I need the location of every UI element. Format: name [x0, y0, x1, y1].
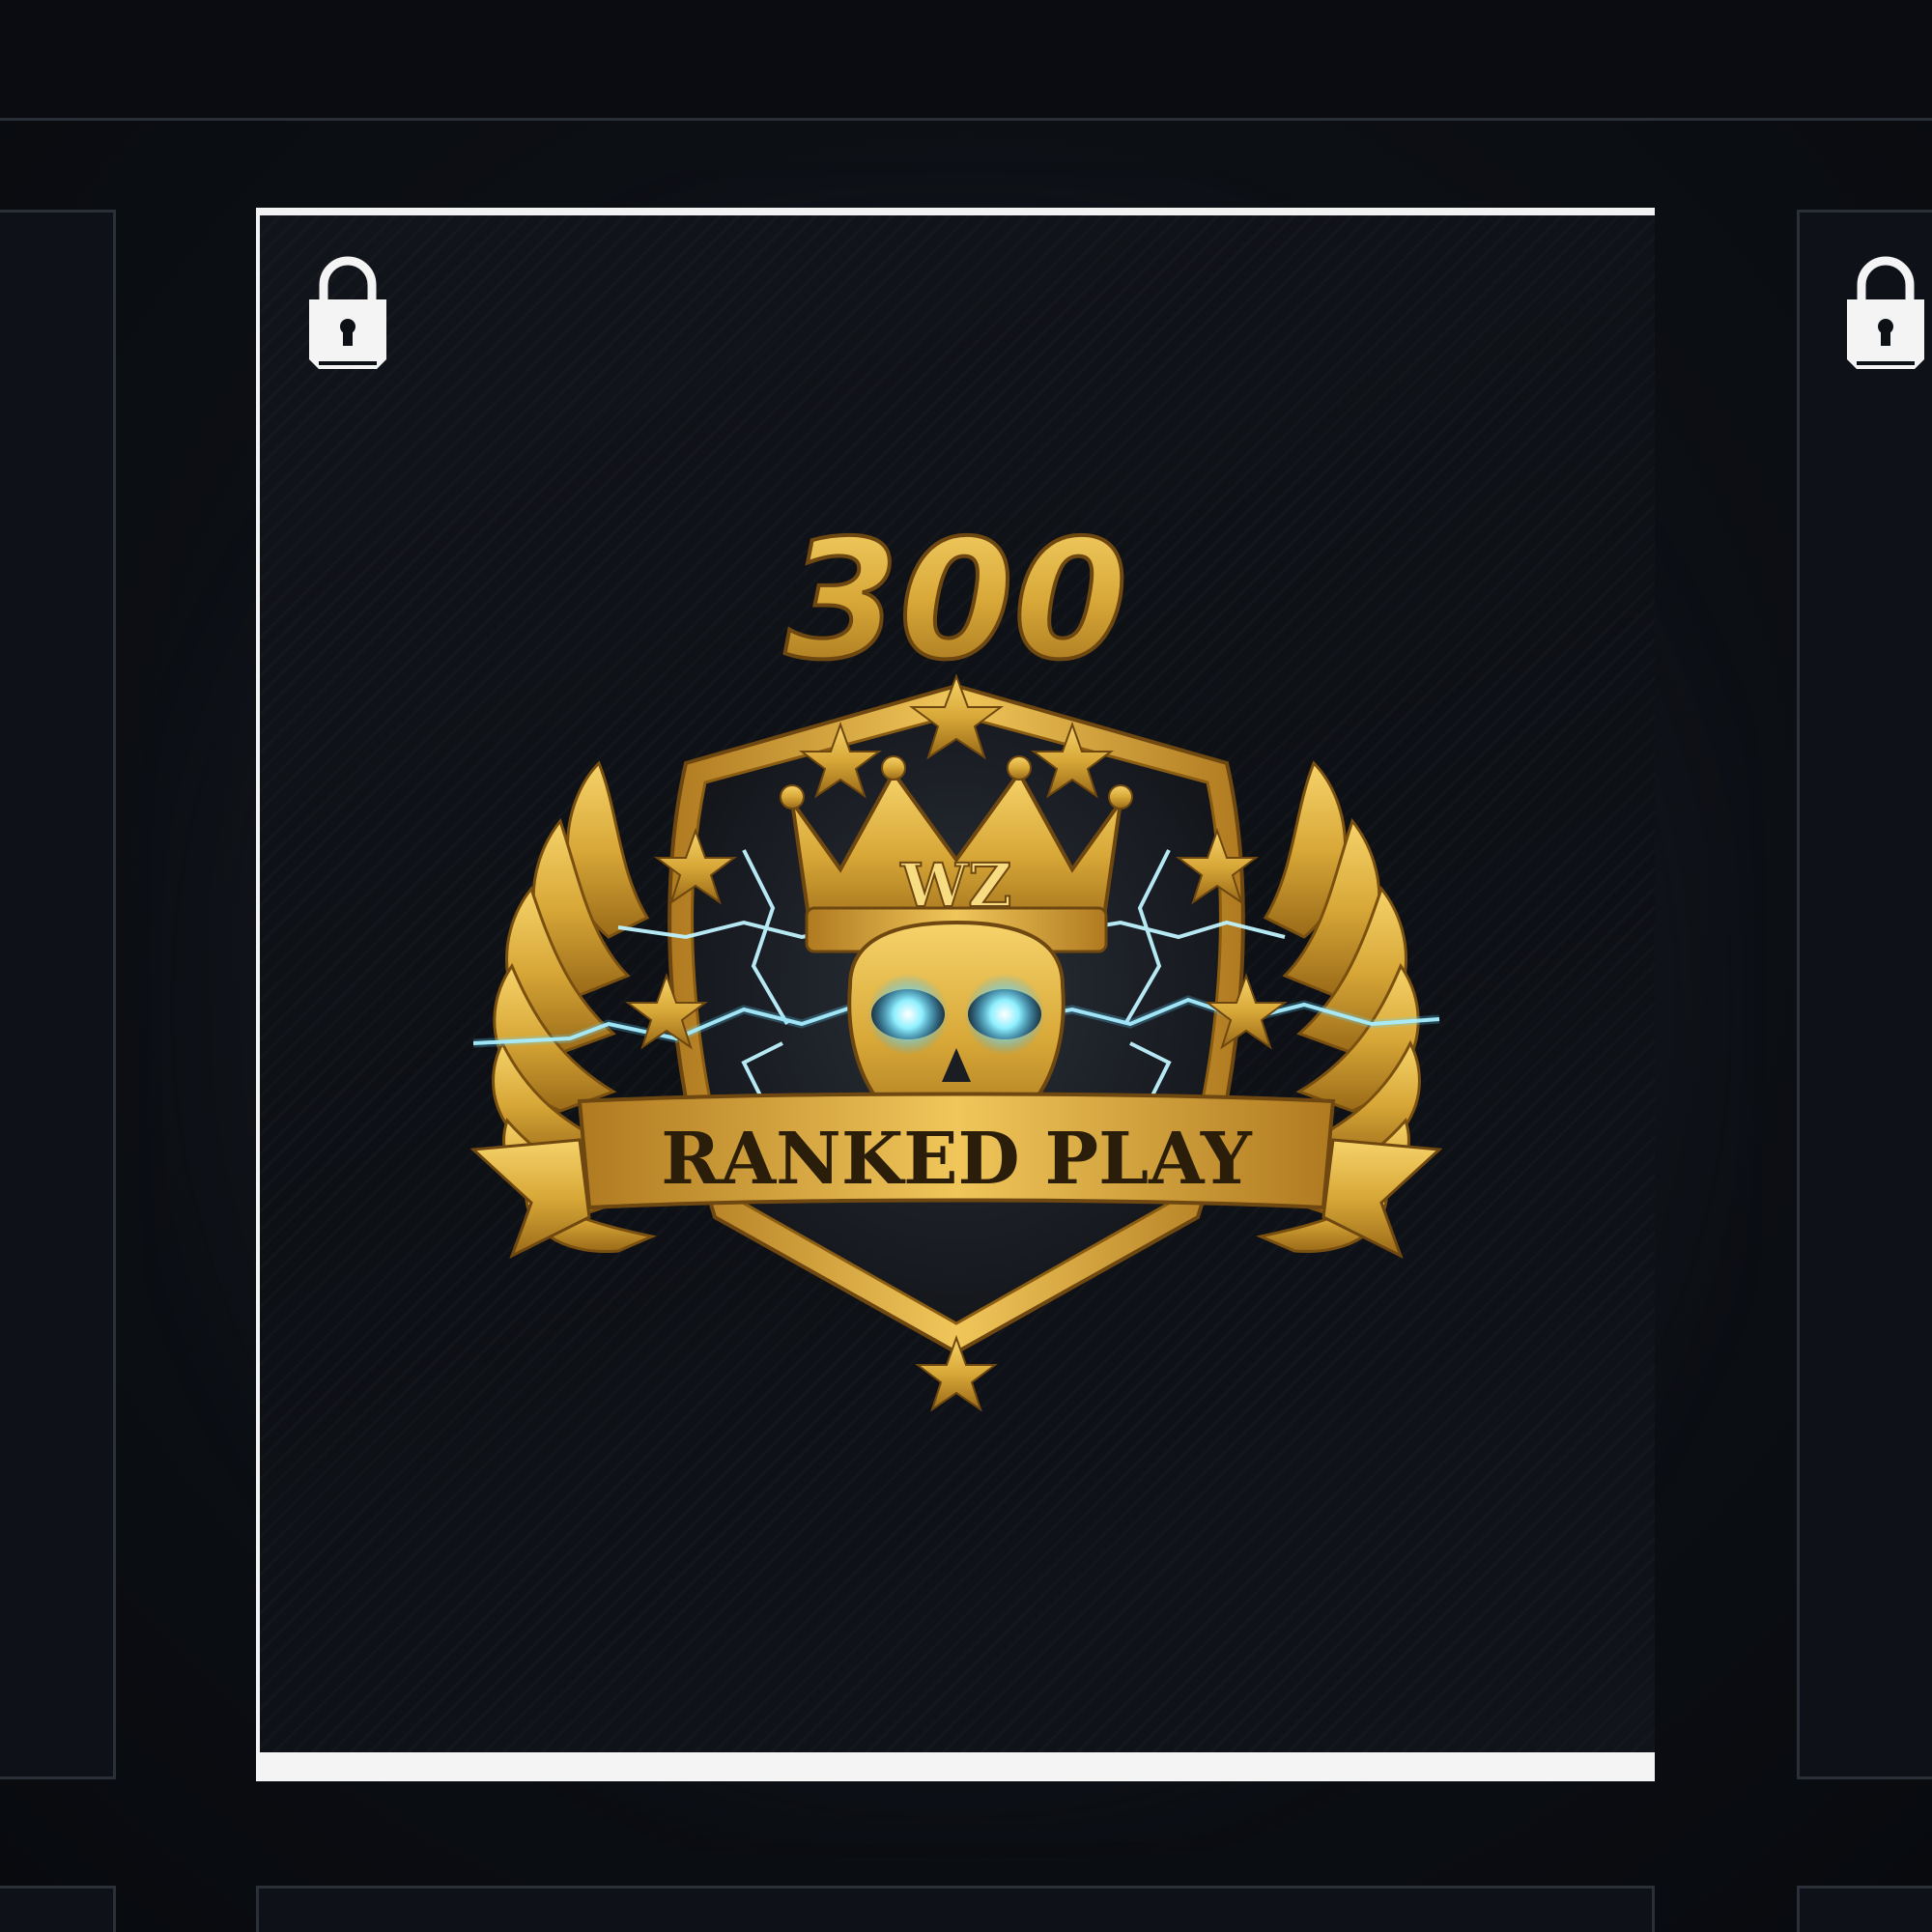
lock-icon — [1837, 251, 1932, 372]
emblem-card-bottom-right[interactable] — [1797, 1886, 1932, 1932]
ranked-play-emblem: WZ RANKED PLAY 300 — [454, 483, 1459, 1507]
emblem-card-right[interactable] — [1797, 210, 1932, 1779]
banner-text: RANKED PLAY — [661, 1118, 1253, 1201]
emblem-artwork: WZ RANKED PLAY 300 — [469, 503, 1443, 1412]
lock-icon — [299, 251, 396, 372]
emblem-card-bottom-left[interactable] — [0, 1886, 116, 1932]
rank-number: 300 — [785, 505, 1128, 696]
crown-text: WZ — [900, 850, 1012, 921]
top-header-band — [0, 0, 1932, 121]
emblem-card-bottom-middle[interactable] — [256, 1886, 1655, 1932]
emblem-card-left[interactable] — [0, 210, 116, 1779]
selected-card-underline — [256, 1752, 1655, 1781]
emblem-selection-screen: WZ RANKED PLAY 300 — [0, 0, 1932, 1932]
